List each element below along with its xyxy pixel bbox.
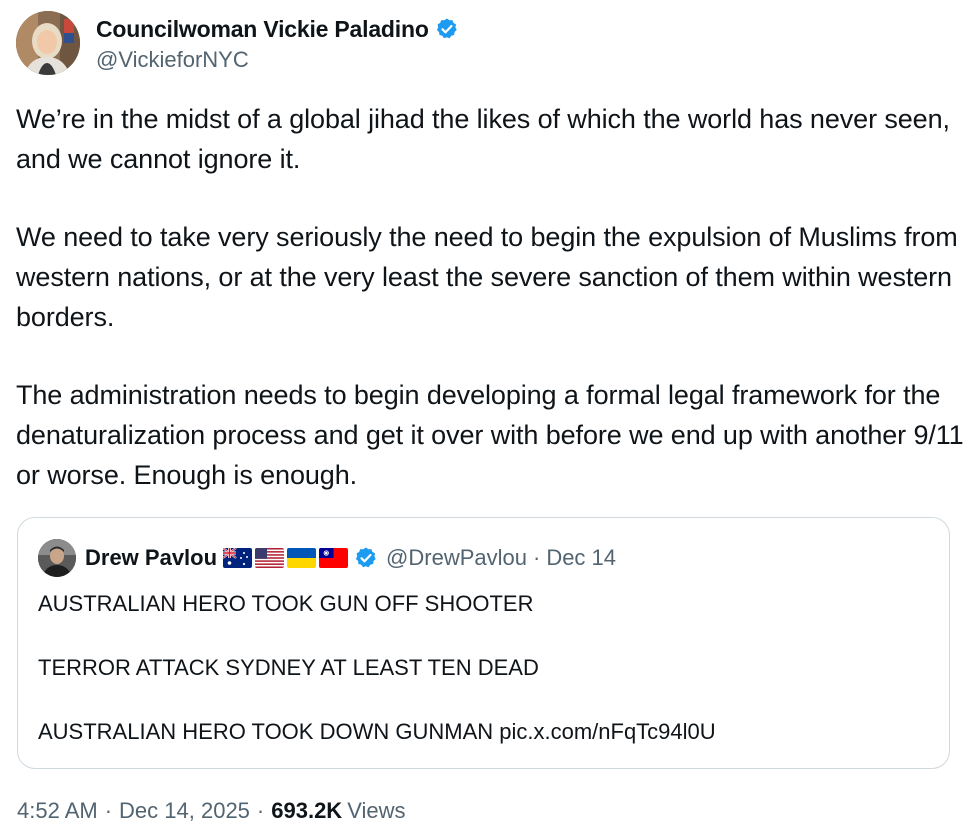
- quoted-tweet-header: Drew Pavlou @DrewPavlou · Dec 14: [38, 539, 616, 577]
- tweet-text: We’re in the midst of a global jihad the…: [16, 99, 966, 495]
- flag-emojis: [223, 548, 349, 568]
- quoted-tweet-text: AUSTRALIAN HERO TOOK GUN OFF SHOOTER TER…: [38, 588, 938, 748]
- meta-separator: ·: [104, 798, 113, 823]
- quoted-line-text: AUSTRALIAN HERO TOOK DOWN GUNMAN: [38, 719, 494, 744]
- usa-flag-icon: [255, 548, 285, 568]
- views-label: Views: [347, 798, 406, 823]
- tweet: Councilwoman Vickie Paladino @VickieforN…: [0, 0, 980, 837]
- author-names: Councilwoman Vickie Paladino @VickieforN…: [96, 13, 459, 73]
- quoted-date[interactable]: Dec 14: [546, 545, 616, 571]
- views-count[interactable]: 693.2K: [271, 798, 342, 824]
- quoted-tweet-card[interactable]: Drew Pavlou @DrewPavlou · Dec 14 AUSTRAL…: [17, 517, 950, 769]
- australia-flag-icon: [223, 548, 253, 568]
- quoted-verified-badge-icon: [354, 546, 378, 570]
- author-handle[interactable]: @VickieforNYC: [96, 47, 459, 73]
- taiwan-flag-icon: [319, 548, 349, 568]
- author-avatar[interactable]: [16, 11, 80, 75]
- tweet-header: Councilwoman Vickie Paladino @VickieforN…: [16, 10, 459, 76]
- quoted-author-handle: @DrewPavlou: [386, 545, 527, 570]
- author-display-name[interactable]: Councilwoman Vickie Paladino: [96, 16, 429, 43]
- author-name-row: Councilwoman Vickie Paladino: [96, 13, 459, 45]
- ukraine-flag-icon: [287, 548, 317, 568]
- tweet-paragraph: The administration needs to begin develo…: [16, 380, 964, 490]
- quoted-author-display-name: Drew Pavlou: [85, 545, 218, 570]
- quoted-author-avatar: [38, 539, 76, 577]
- quoted-line: AUSTRALIAN HERO TOOK GUN OFF SHOOTER: [38, 591, 534, 616]
- tweet-metadata: 4:52 AM · Dec 14, 2025 · 693.2K Views: [17, 798, 406, 824]
- tweet-paragraph: We need to take very seriously the need …: [16, 222, 958, 332]
- tweet-time[interactable]: 4:52 AM: [17, 798, 98, 824]
- quoted-media-link[interactable]: pic.x.com/nFqTc94l0U: [499, 719, 715, 744]
- tweet-paragraph: We’re in the midst of a global jihad the…: [16, 104, 950, 174]
- quoted-line: TERROR ATTACK SYDNEY AT LEAST TEN DEAD: [38, 655, 539, 680]
- tweet-date[interactable]: Dec 14, 2025: [119, 798, 250, 824]
- quoted-separator: ·: [532, 545, 541, 570]
- quoted-line: AUSTRALIAN HERO TOOK DOWN GUNMAN pic.x.c…: [38, 716, 938, 748]
- verified-badge-icon: [435, 17, 459, 41]
- meta-separator: ·: [256, 798, 265, 823]
